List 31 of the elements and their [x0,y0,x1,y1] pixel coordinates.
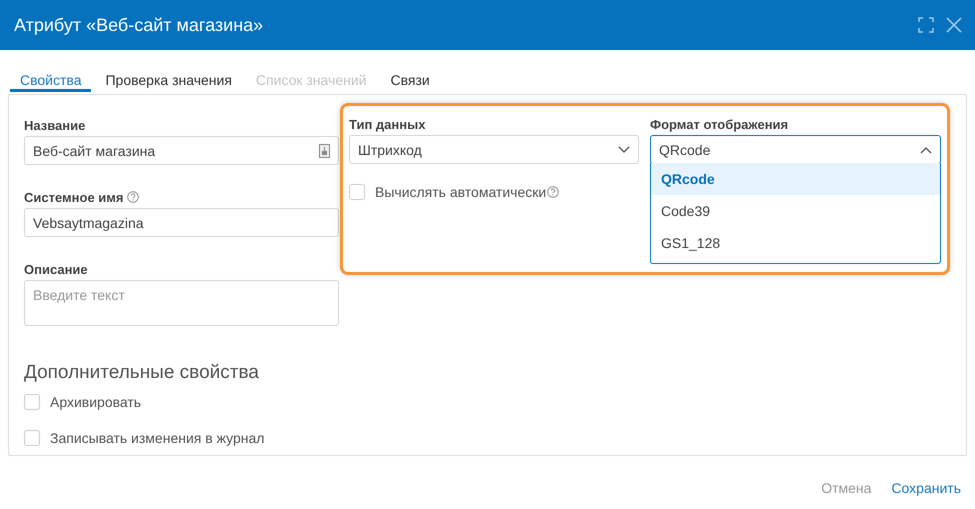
dropdown-option[interactable]: GS1_128 [651,227,940,259]
checkbox-label: Архивировать [50,394,142,410]
checkbox[interactable] [24,394,40,410]
tab[interactable]: Свойства [10,68,92,92]
help-icon[interactable] [547,186,560,198]
help-icon[interactable] [127,191,140,203]
caret-icon [920,146,932,154]
document-icon[interactable] [319,144,330,158]
caret-icon [618,146,630,154]
data-type-dropdown[interactable]: Штрихкод [349,135,639,164]
field-label: Описание [24,262,88,276]
tab[interactable]: Связи [380,68,440,92]
dropdown-option[interactable]: Code39 [651,195,940,227]
input-field[interactable]: Vebsaytmagazina [24,208,339,237]
field-label: Формат отображения [650,116,788,132]
window-title: Атрибут «Веб-сайт магазина» [14,14,264,36]
dropdown-option[interactable]: QRcode [651,163,940,195]
save-button[interactable]: Сохранить [887,478,965,498]
format-dropdown[interactable]: QRcode [650,135,941,164]
checkbox[interactable] [24,430,40,446]
field-label: Тип данных [349,116,426,132]
input-field[interactable]: Веб-сайт магазина [24,136,339,165]
field-label: Системное имя [24,190,124,204]
checkbox-label: Вычислять автоматически [375,184,546,200]
tab[interactable]: Проверка значения [95,68,242,92]
section-heading: Дополнительные свойства [24,362,260,384]
checkbox-label: Записывать изменения в журнал [50,430,264,446]
close-icon[interactable] [945,16,963,34]
field-label: Название [24,118,86,132]
checkbox[interactable] [349,184,365,200]
maximize-icon[interactable] [917,16,935,34]
